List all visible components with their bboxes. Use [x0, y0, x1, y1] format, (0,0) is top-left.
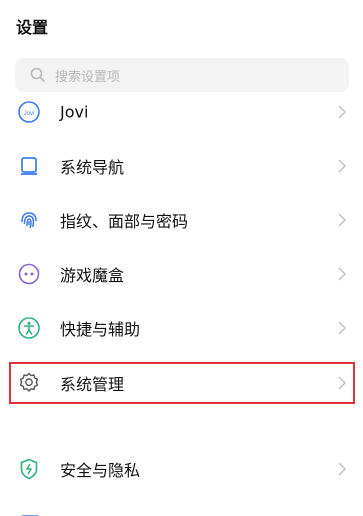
- chevron-right-icon: [338, 105, 347, 119]
- menu-item-label: 游戏魔盒: [60, 266, 125, 285]
- menu-item-fingerprint[interactable]: 指纹、面部与密码: [0, 193, 363, 247]
- menu-item-label: Jovi: [60, 102, 89, 122]
- game-box-icon: [18, 263, 40, 285]
- menu-item-jovi[interactable]: Jovi Jovi: [0, 85, 363, 139]
- chevron-right-icon: [338, 462, 347, 476]
- search-icon: [30, 67, 45, 82]
- menu-item-partial[interactable]: [0, 506, 363, 516]
- chevron-right-icon: [338, 213, 347, 227]
- highlight-box: [9, 362, 355, 404]
- jovi-icon: Jovi: [18, 101, 40, 123]
- menu-item-label: 快捷与辅助: [60, 320, 141, 339]
- partial-icon: [21, 515, 39, 516]
- chevron-right-icon: [338, 159, 347, 173]
- chevron-right-icon: [338, 267, 347, 281]
- page-title: 设置: [16, 18, 49, 37]
- menu-item-system-navigation[interactable]: 系统导航: [0, 139, 363, 193]
- menu-item-label: 指纹、面部与密码: [60, 212, 189, 231]
- menu-item-label: 安全与隐私: [60, 461, 141, 480]
- svg-text:Jovi: Jovi: [24, 111, 35, 117]
- navigation-icon: [21, 157, 37, 175]
- menu-item-security-privacy[interactable]: 安全与隐私: [0, 442, 363, 496]
- shield-icon: [20, 458, 38, 480]
- menu-item-game-box[interactable]: 游戏魔盒: [0, 247, 363, 301]
- accessibility-icon: [18, 317, 40, 339]
- fingerprint-icon: [21, 212, 37, 229]
- menu-item-label: 系统导航: [60, 158, 125, 177]
- search-placeholder: 搜索设置项: [55, 70, 121, 85]
- menu-item-shortcuts-accessibility[interactable]: 快捷与辅助: [0, 301, 363, 355]
- chevron-right-icon: [338, 321, 347, 335]
